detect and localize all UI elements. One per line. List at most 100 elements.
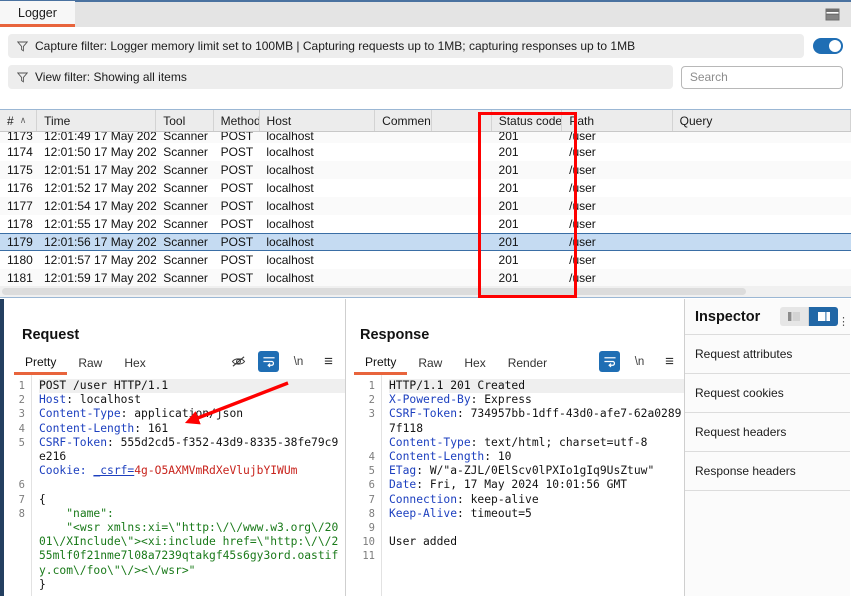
table-row[interactable]: 117512:01:51 17 May 2024ScannerPOSTlocal… xyxy=(0,161,851,179)
menu-icon[interactable]: ≡ xyxy=(318,351,339,372)
inspector-section-request-attributes[interactable]: Request attributes xyxy=(685,335,850,374)
cell-status: 201 xyxy=(492,271,563,285)
inspector-dock-left-icon[interactable] xyxy=(780,307,809,326)
view-filter-bar[interactable]: View filter: Showing all items xyxy=(8,65,673,89)
logger-panel-icon[interactable] xyxy=(819,1,845,27)
column-header-status-code[interactable]: Status code xyxy=(492,110,563,131)
column-header-number[interactable]: # ∧ xyxy=(0,110,37,131)
cell-path: /user xyxy=(562,235,672,249)
code-line: Content-Type: text/html; charset=utf-8 xyxy=(389,436,684,450)
cell-time: 12:01:57 17 May 2024 xyxy=(37,253,156,267)
menu-icon[interactable]: ≡ xyxy=(659,351,680,372)
tab-logger[interactable]: Logger xyxy=(0,1,75,27)
response-tab-hex[interactable]: Hex xyxy=(453,352,496,375)
code-line: ETag: W/"a-ZJL/0ElScv0lPXIo1gIq9UsZtuw" xyxy=(389,464,684,478)
column-header-tool[interactable]: Tool xyxy=(156,110,213,131)
line-number: 3 xyxy=(4,407,25,421)
cell-method: POST xyxy=(214,217,260,231)
line-number: 5 xyxy=(354,464,375,478)
table-row[interactable]: 117312:01:49 17 May 2024ScannerPOSTlocal… xyxy=(0,132,851,143)
cell-host: localhost xyxy=(259,132,375,143)
request-code[interactable]: POST /user HTTP/1.1Host: localhostConten… xyxy=(32,375,345,596)
header-value: : text/html; charset=utf-8 xyxy=(471,436,648,449)
table-row[interactable]: 117612:01:52 17 May 2024ScannerPOSTlocal… xyxy=(0,179,851,197)
response-tab-pretty[interactable]: Pretty xyxy=(354,352,407,375)
inspector-edge-marker: ⋮ xyxy=(838,315,849,328)
cookie-value: 4g-O5AXMVmRdXeVlujbYIWUm xyxy=(134,464,297,477)
request-editor[interactable]: 12345 678 POST /user HTTP/1.1Host: local… xyxy=(4,375,345,596)
cell-tool: Scanner xyxy=(156,271,213,285)
response-tab-raw[interactable]: Raw xyxy=(407,352,453,375)
line-number: 1 xyxy=(4,379,25,393)
window-tab-strip: Logger xyxy=(0,0,851,27)
table-row[interactable]: 117412:01:50 17 May 2024ScannerPOSTlocal… xyxy=(0,143,851,161)
inspector-section-request-headers[interactable]: Request headers xyxy=(685,413,850,452)
cell-host: localhost xyxy=(259,217,375,231)
line-number: 11 xyxy=(354,549,375,563)
table-row[interactable]: 118012:01:57 17 May 2024ScannerPOSTlocal… xyxy=(0,251,851,269)
column-header-time[interactable]: Time xyxy=(37,110,156,131)
search-input[interactable]: Search xyxy=(681,66,843,89)
request-tab-pretty[interactable]: Pretty xyxy=(14,352,67,375)
cell-tool: Scanner xyxy=(156,132,213,143)
column-header-query[interactable]: Query xyxy=(673,110,851,131)
cell-time: 12:01:54 17 May 2024 xyxy=(37,199,156,213)
cell-num: 1177 xyxy=(0,199,37,213)
line-number: 6 xyxy=(4,478,25,492)
table-row[interactable]: 117912:01:56 17 May 2024ScannerPOSTlocal… xyxy=(0,233,851,251)
response-tab-render[interactable]: Render xyxy=(497,352,558,375)
header-value: : localhost xyxy=(66,393,141,406)
header-name: Keep-Alive xyxy=(389,507,457,520)
capture-toggle[interactable] xyxy=(813,38,843,54)
table-row[interactable]: 117812:01:55 17 May 2024ScannerPOSTlocal… xyxy=(0,215,851,233)
word-wrap-icon[interactable] xyxy=(599,351,620,372)
cell-status: 201 xyxy=(492,145,563,159)
response-code[interactable]: HTTP/1.1 201 CreatedX-Powered-By: Expres… xyxy=(382,375,684,596)
cell-status: 201 xyxy=(492,253,563,267)
logger-window: Logger Capture filter: Logger memory lim… xyxy=(0,0,851,596)
table-row[interactable]: 117712:01:54 17 May 2024ScannerPOSTlocal… xyxy=(0,197,851,215)
response-editor[interactable]: 123 4567891011 HTTP/1.1 201 CreatedX-Pow… xyxy=(354,375,684,596)
request-view-tabs: Pretty Raw Hex xyxy=(14,351,157,375)
column-header-blank[interactable] xyxy=(432,110,492,131)
column-header-path[interactable]: Path xyxy=(562,110,672,131)
cookie-key: _csrf= xyxy=(93,464,134,477)
cell-path: /user xyxy=(562,199,672,213)
request-tab-raw[interactable]: Raw xyxy=(67,352,113,375)
cell-time: 12:01:51 17 May 2024 xyxy=(37,163,156,177)
table-header-row: # ∧ Time Tool Method Host Comment Status… xyxy=(0,110,851,132)
word-wrap-icon[interactable] xyxy=(258,351,279,372)
cell-host: localhost xyxy=(259,271,375,285)
header-name: Host xyxy=(39,393,66,406)
table-horizontal-scrollbar[interactable] xyxy=(0,286,851,297)
inspector-section-response-headers[interactable]: Response headers xyxy=(685,452,850,491)
table-scroll-thumb[interactable] xyxy=(2,288,746,295)
hide-eye-icon[interactable] xyxy=(228,351,249,372)
code-line: POST /user HTTP/1.1 xyxy=(39,379,345,393)
cell-time: 12:01:52 17 May 2024 xyxy=(37,181,156,195)
response-line-numbers: 123 4567891011 xyxy=(354,375,382,596)
table-row[interactable]: 118112:01:59 17 May 2024ScannerPOSTlocal… xyxy=(0,269,851,287)
cell-time: 12:01:50 17 May 2024 xyxy=(37,145,156,159)
cell-status: 201 xyxy=(492,132,563,143)
code-line xyxy=(39,478,345,492)
capture-filter-bar[interactable]: Capture filter: Logger memory limit set … xyxy=(8,34,804,58)
inspector-dock-right-icon[interactable] xyxy=(809,307,838,326)
table-body: 117312:01:49 17 May 2024ScannerPOSTlocal… xyxy=(0,132,851,287)
column-header-comment[interactable]: Comment xyxy=(375,110,432,131)
inspector-section-request-cookies[interactable]: Request cookies xyxy=(685,374,850,413)
newline-icon[interactable]: \n xyxy=(629,351,650,372)
cell-tool: Scanner xyxy=(156,163,213,177)
header-name: CSRF-Token xyxy=(389,407,457,420)
cell-method: POST xyxy=(214,253,260,267)
code-line: Content-Length: 10 xyxy=(389,450,684,464)
header-name: CSRF-Token xyxy=(39,436,107,449)
newline-icon[interactable]: \n xyxy=(288,351,309,372)
line-number-continuation xyxy=(4,564,25,578)
code-line: CSRF-Token: 734957bb-1dff-43d0-afe7-62a0… xyxy=(389,407,684,435)
cell-time: 12:01:55 17 May 2024 xyxy=(37,217,156,231)
request-tab-hex[interactable]: Hex xyxy=(113,352,156,375)
column-header-host[interactable]: Host xyxy=(260,110,376,131)
cell-num: 1173 xyxy=(0,132,37,143)
column-header-method[interactable]: Method xyxy=(214,110,260,131)
